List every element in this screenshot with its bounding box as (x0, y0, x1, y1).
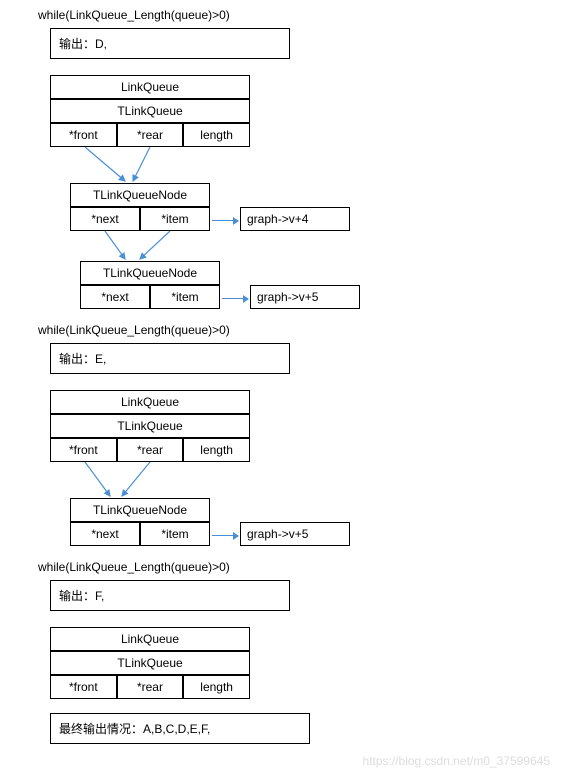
next-cell: *next (80, 285, 150, 309)
watermark: https://blog.csdn.net/m0_37599645 (363, 754, 550, 768)
target-text: graph->v+4 (247, 212, 308, 226)
linkqueue-table-1: LinkQueue TLinkQueue *front *rear length (50, 75, 250, 147)
target-v4: graph->v+4 (240, 207, 350, 231)
item-cell: *item (140, 207, 210, 231)
item-cell: *item (140, 522, 210, 546)
while-condition-1: while(LinkQueue_Length(queue)>0) (38, 8, 544, 22)
target-v5: graph->v+5 (250, 285, 360, 309)
arrow-icon (212, 220, 238, 221)
output-box-f: 输出：F, (50, 580, 290, 611)
front-cell: *front (50, 123, 117, 147)
final-output-box: 最终输出情况：A,B,C,D,E,F, (50, 713, 310, 744)
linkqueue-title: LinkQueue (50, 390, 250, 414)
node-title: TLinkQueueNode (70, 498, 210, 522)
node-title: TLinkQueueNode (80, 261, 220, 285)
final-output-text: 最终输出情况：A,B,C,D,E,F, (59, 722, 210, 736)
queue-node-2: TLinkQueueNode *next *item (80, 261, 220, 309)
tlinkqueue-title: TLinkQueue (50, 99, 250, 123)
while-condition-3: while(LinkQueue_Length(queue)>0) (38, 560, 544, 574)
target-v5-s2: graph->v+5 (240, 522, 350, 546)
queue-node-s2: TLinkQueueNode *next *item (70, 498, 210, 546)
item-cell: *item (150, 285, 220, 309)
tlinkqueue-title: TLinkQueue (50, 414, 250, 438)
rear-cell: *rear (117, 438, 184, 462)
length-cell: length (183, 438, 250, 462)
length-cell: length (183, 675, 250, 699)
next-cell: *next (70, 207, 140, 231)
arrow-icon (222, 298, 248, 299)
output-text: 输出：F, (59, 589, 104, 603)
arrow-icon (212, 535, 238, 536)
rear-cell: *rear (117, 675, 184, 699)
linkqueue-table-3: LinkQueue TLinkQueue *front *rear length (50, 627, 250, 699)
node-title: TLinkQueueNode (70, 183, 210, 207)
output-text: 输出：E, (59, 352, 106, 366)
linkqueue-table-2: LinkQueue TLinkQueue *front *rear length (50, 390, 250, 462)
output-box-d: 输出：D, (50, 28, 290, 59)
next-cell: *next (70, 522, 140, 546)
front-cell: *front (50, 438, 117, 462)
queue-node-1: TLinkQueueNode *next *item (70, 183, 210, 231)
tlinkqueue-title: TLinkQueue (50, 651, 250, 675)
linkqueue-title: LinkQueue (50, 627, 250, 651)
output-text: 输出：D, (59, 37, 107, 51)
front-cell: *front (50, 675, 117, 699)
output-box-e: 输出：E, (50, 343, 290, 374)
target-text: graph->v+5 (247, 527, 308, 541)
rear-cell: *rear (117, 123, 184, 147)
arrows-queue-to-node-s2 (50, 462, 250, 498)
arrows-node1-to-node2 (70, 231, 270, 261)
length-cell: length (183, 123, 250, 147)
while-condition-2: while(LinkQueue_Length(queue)>0) (38, 323, 544, 337)
arrows-queue-to-node1 (50, 147, 250, 183)
target-text: graph->v+5 (257, 290, 318, 304)
linkqueue-title: LinkQueue (50, 75, 250, 99)
